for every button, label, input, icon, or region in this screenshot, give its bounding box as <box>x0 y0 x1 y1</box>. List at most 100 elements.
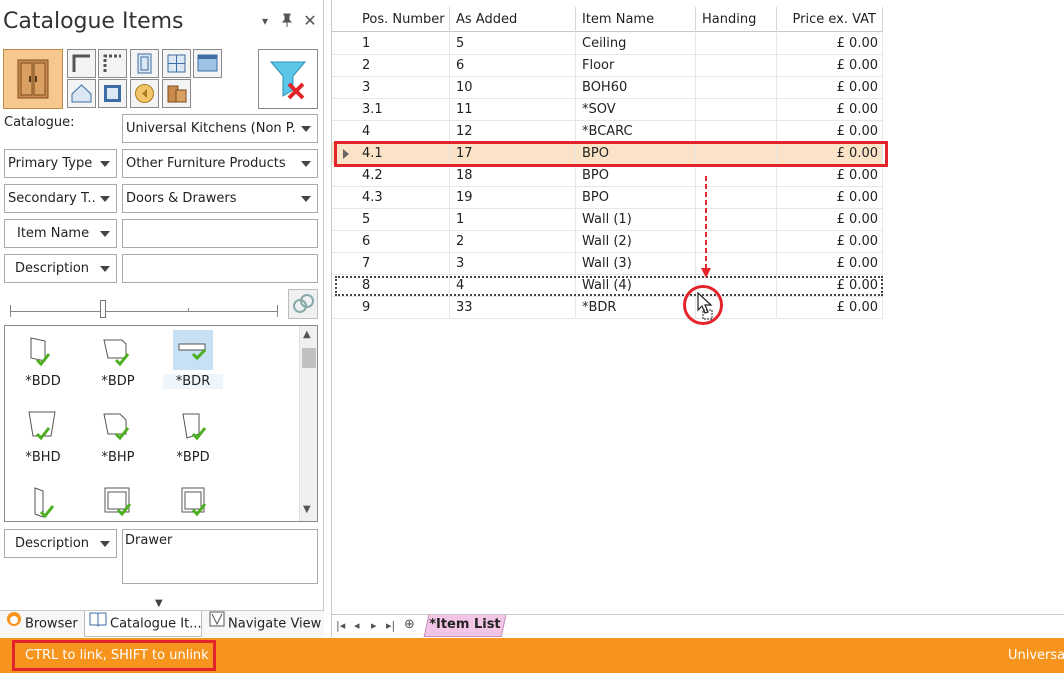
tab-navigate-view[interactable]: Navigate View <box>205 611 324 637</box>
cell-price[interactable]: £ 0.00 <box>777 209 883 231</box>
cell-price[interactable]: £ 0.00 <box>777 253 883 275</box>
cell-item-name[interactable]: Wall (3) <box>576 253 696 275</box>
gallery-item[interactable]: *BDP <box>88 330 148 389</box>
cell-pos-number[interactable]: 6 <box>332 231 450 253</box>
clear-filter-button[interactable] <box>258 49 318 109</box>
cell-pos-number[interactable]: 4.2 <box>332 165 450 187</box>
gallery-item[interactable] <box>88 482 148 521</box>
table-row[interactable]: 2 6 Floor £ 0.00 <box>332 55 883 77</box>
table-row[interactable]: 7 3 Wall (3) £ 0.00 <box>332 253 883 275</box>
cell-price[interactable]: £ 0.00 <box>777 187 883 209</box>
cell-as-added[interactable]: 18 <box>450 165 576 187</box>
cell-price[interactable]: £ 0.00 <box>777 77 883 99</box>
item-name-field-selector[interactable]: Item Name <box>4 219 117 248</box>
add-sheet-icon[interactable]: ⊕ <box>404 617 415 632</box>
tab-browser[interactable]: Browser <box>2 611 82 637</box>
table-row[interactable]: 4 12 *BCARC £ 0.00 <box>332 121 883 143</box>
column-header-handing[interactable]: Handing <box>696 7 777 32</box>
cell-item-name[interactable]: BPO <box>576 165 696 187</box>
column-header-price[interactable]: Price ex. VAT <box>777 7 883 32</box>
first-sheet-icon[interactable]: |◂ <box>336 619 345 632</box>
scroll-up-icon[interactable]: ▲ <box>303 329 311 340</box>
cell-item-name[interactable]: BOH60 <box>576 77 696 99</box>
scrollbar-thumb[interactable] <box>302 348 316 368</box>
tab-catalogue-items[interactable]: Catalogue It... <box>84 611 202 637</box>
gallery-item[interactable] <box>13 482 73 521</box>
cell-pos-number[interactable]: 9 <box>332 297 450 319</box>
next-sheet-icon[interactable]: ▸ <box>371 619 377 632</box>
cell-price[interactable]: £ 0.00 <box>777 33 883 55</box>
column-header-as-added[interactable]: As Added <box>450 7 576 32</box>
gallery-scrollbar[interactable]: ▲ ▼ <box>299 326 317 521</box>
cell-pos-number[interactable]: 1 <box>332 33 450 55</box>
cell-price[interactable]: £ 0.00 <box>777 55 883 77</box>
cell-as-added[interactable]: 33 <box>450 297 576 319</box>
catalogue-dropdown[interactable]: Universal Kitchens (Non P... <box>122 114 318 143</box>
previous-sheet-icon[interactable]: ◂ <box>354 619 360 632</box>
cell-item-name[interactable]: Ceiling <box>576 33 696 55</box>
sound-tile[interactable] <box>130 79 159 108</box>
table-row[interactable]: 3.1 11 *SOV £ 0.00 <box>332 99 883 121</box>
cell-as-added[interactable]: 11 <box>450 99 576 121</box>
cell-item-name[interactable]: *BDR <box>576 297 696 319</box>
slider-thumb[interactable] <box>100 300 106 318</box>
cell-as-added[interactable]: 12 <box>450 121 576 143</box>
cell-as-added[interactable]: 19 <box>450 187 576 209</box>
cell-item-name[interactable]: Wall (1) <box>576 209 696 231</box>
corner-tile[interactable] <box>67 49 96 78</box>
grid-unit-tile[interactable] <box>162 49 191 78</box>
cell-pos-number[interactable]: 3.1 <box>332 99 450 121</box>
sheet-tab-item-list[interactable]: *Item List <box>423 615 507 637</box>
cell-pos-number[interactable]: 4.3 <box>332 187 450 209</box>
cell-handing[interactable] <box>696 33 777 55</box>
cell-handing[interactable] <box>696 77 777 99</box>
cell-as-added[interactable]: 1 <box>450 209 576 231</box>
cell-as-added[interactable]: 3 <box>450 253 576 275</box>
cell-pos-number[interactable]: 5 <box>332 209 450 231</box>
cell-as-added[interactable]: 6 <box>450 55 576 77</box>
cell-item-name[interactable]: *BCARC <box>576 121 696 143</box>
item-name-input[interactable] <box>122 219 318 248</box>
primary-type-dropdown[interactable]: Other Furniture Products <box>122 149 318 178</box>
gallery-item[interactable]: *BPD <box>163 406 223 465</box>
column-header-item-name[interactable]: Item Name <box>576 7 696 32</box>
cell-price[interactable]: £ 0.00 <box>777 231 883 253</box>
close-icon[interactable]: ✕ <box>302 13 318 29</box>
secondary-type-field-selector[interactable]: Secondary T... <box>4 184 117 213</box>
column-header-pos-number[interactable]: Pos. Number <box>332 7 450 32</box>
frame-tile[interactable] <box>98 79 127 108</box>
table-row[interactable]: 3 10 BOH60 £ 0.00 <box>332 77 883 99</box>
cell-price[interactable]: £ 0.00 <box>777 121 883 143</box>
tall-unit-tile[interactable] <box>130 49 159 78</box>
table-row[interactable]: 9 33 *BDR £ 0.00 <box>332 297 883 319</box>
description-input[interactable] <box>122 254 318 283</box>
detail-description-selector[interactable]: Description <box>4 529 117 558</box>
cell-pos-number[interactable]: 2 <box>332 55 450 77</box>
primary-type-field-selector[interactable]: Primary Type <box>4 149 117 178</box>
cell-as-added[interactable]: 5 <box>450 33 576 55</box>
cell-pos-number[interactable]: 7 <box>332 253 450 275</box>
cell-item-name[interactable]: Wall (2) <box>576 231 696 253</box>
gallery-item[interactable] <box>163 482 223 521</box>
cell-pos-number[interactable]: 4 <box>332 121 450 143</box>
pin-icon[interactable] <box>279 13 295 29</box>
cell-item-name[interactable]: BPO <box>576 187 696 209</box>
description-field-selector[interactable]: Description <box>4 254 117 283</box>
cell-price[interactable]: £ 0.00 <box>777 165 883 187</box>
table-row[interactable]: 4.3 19 BPO £ 0.00 <box>332 187 883 209</box>
roof-tile[interactable] <box>67 79 96 108</box>
cell-pos-number[interactable]: 3 <box>332 77 450 99</box>
secondary-type-dropdown[interactable]: Doors & Drawers <box>122 184 318 213</box>
cell-handing[interactable] <box>696 99 777 121</box>
zoom-slider[interactable] <box>10 300 280 320</box>
gallery-item[interactable]: *BHD <box>13 406 73 465</box>
gallery-item[interactable]: *BHP <box>88 406 148 465</box>
table-row[interactable]: 6 2 Wall (2) £ 0.00 <box>332 231 883 253</box>
expand-more-icon[interactable]: ▼ <box>155 598 163 609</box>
cell-price[interactable]: £ 0.00 <box>777 99 883 121</box>
gallery-item[interactable]: *BDD <box>13 330 73 389</box>
cell-price[interactable]: £ 0.00 <box>777 297 883 319</box>
cell-as-added[interactable]: 10 <box>450 77 576 99</box>
scroll-down-icon[interactable]: ▼ <box>303 504 311 515</box>
cell-item-name[interactable]: Floor <box>576 55 696 77</box>
